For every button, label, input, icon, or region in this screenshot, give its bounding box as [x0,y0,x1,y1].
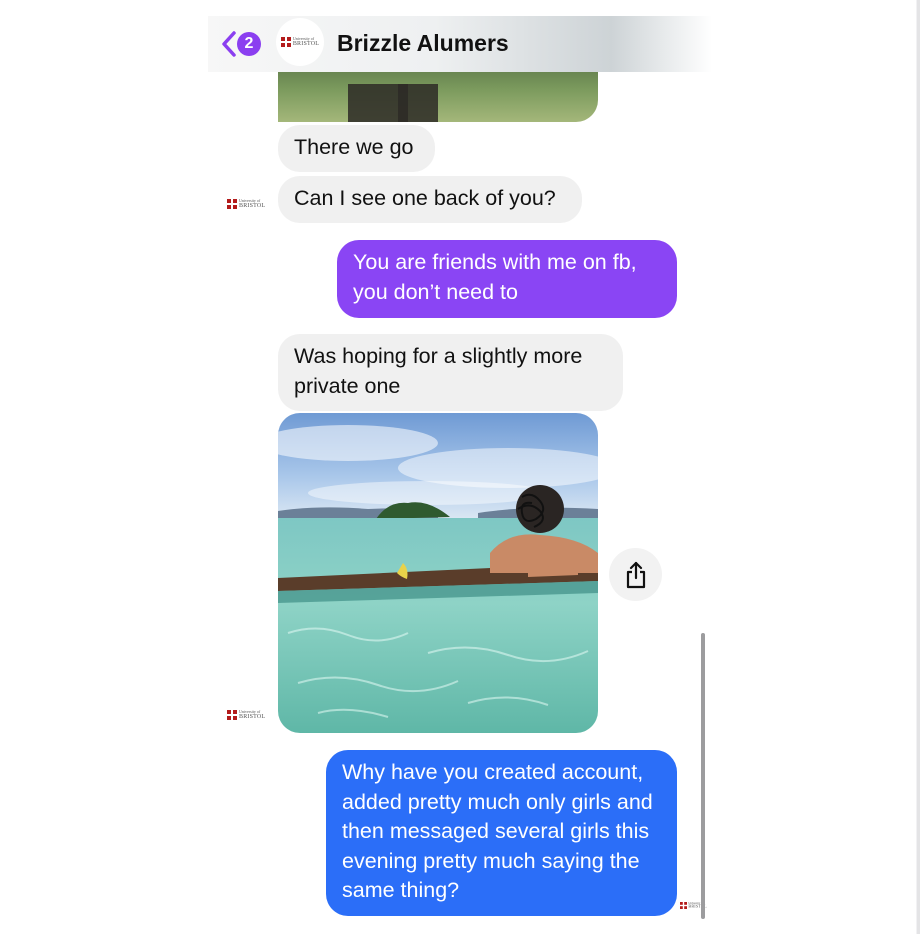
photo-detail [398,84,438,122]
message-bubble-outgoing[interactable]: Why have you created account, added pret… [326,750,677,916]
chevron-left-icon [222,31,236,57]
sender-avatar: University of BRISTOL [227,710,265,720]
university-logo: University of BRISTOL [227,199,265,209]
crest-icon [227,710,237,720]
back-button[interactable]: 2 [220,30,264,58]
university-logo: University of BRISTOL [227,710,265,720]
sender-avatar: University of BRISTOL [227,199,265,209]
conversation-title[interactable]: Brizzle Alumers [337,30,509,57]
university-logo: University of BRISTOL [280,37,319,47]
beach-photo [278,413,598,733]
message-bubble-incoming[interactable]: There we go [278,125,435,172]
message-bubble-incoming[interactable]: Can I see one back of you? [278,176,582,223]
share-icon [626,561,645,588]
scrollbar[interactable] [701,633,705,919]
unread-count-badge: 2 [237,32,261,56]
crest-icon [680,902,687,909]
message-bubble-outgoing[interactable]: You are friends with me on fb, you don’t… [337,240,677,318]
message-bubble-incoming[interactable]: Was hoping for a slightly more private o… [278,334,623,411]
crest-icon [280,37,291,47]
share-button[interactable] [609,548,662,601]
avatar[interactable]: University of BRISTOL [276,18,324,66]
read-receipt-avatar: University of BRISTOL [680,902,718,912]
chat-header: 2 University of BRISTOL Brizzle Alumers [208,16,712,72]
crest-icon [227,199,237,209]
photo-attachment[interactable] [278,413,598,733]
